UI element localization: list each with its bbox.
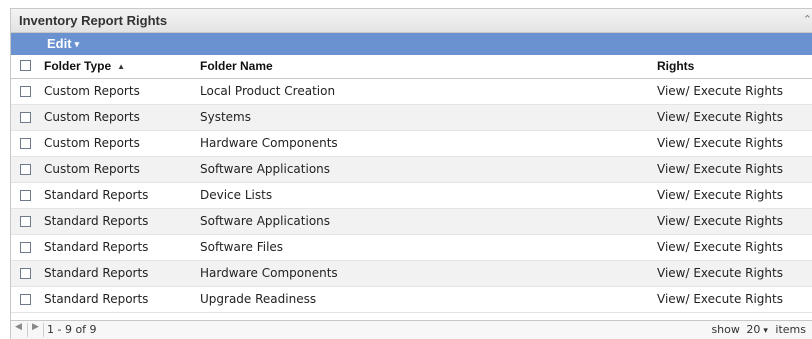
row-checkbox[interactable] [20, 294, 31, 305]
rights-cell: View/ Execute Rights [657, 110, 783, 124]
table-row[interactable]: Custom Reports Systems View/ Execute Right… [11, 105, 812, 131]
folder-type-cell: Custom Reports [44, 110, 140, 124]
row-checkbox[interactable] [20, 112, 31, 123]
folder-type-cell: Standard Reports [44, 214, 149, 228]
collapse-icon[interactable]: ⌃ [803, 13, 812, 26]
show-label: show [711, 323, 740, 336]
folder-type-cell: Custom Reports [44, 162, 140, 176]
folder-name-cell: Software Files [200, 240, 284, 254]
folder-name-cell: Hardware Components [200, 266, 338, 280]
folder-type-cell: Standard Reports [44, 188, 149, 202]
folder-type-cell: Standard Reports [44, 266, 149, 280]
rights-cell: View/ Execute Rights [657, 240, 783, 254]
folder-name-cell: Device Lists [200, 188, 273, 202]
folder-name-cell: Local Product Creation [200, 84, 336, 98]
footer-divider [43, 323, 44, 337]
items-label: items [775, 323, 806, 336]
table-row[interactable]: Custom Reports Hardware Components View/ E… [11, 131, 812, 157]
chevron-down-icon: ▾ [74, 39, 80, 49]
row-checkbox[interactable] [20, 138, 31, 149]
rights-cell: View/ Execute Rights [657, 214, 783, 228]
folder-name-cell: Software Applications [200, 214, 331, 228]
next-page-icon[interactable]: ▶ [32, 322, 39, 332]
rights-cell: View/ Execute Rights [657, 84, 783, 98]
table-row[interactable]: Standard Reports Upgrade Readiness View/ E… [11, 287, 812, 313]
previous-page-icon[interactable]: ◀ [15, 322, 22, 332]
sort-ascending-icon[interactable]: ▲ [117, 62, 125, 71]
select-all-checkbox[interactable] [20, 60, 31, 71]
folder-name-cell: Upgrade Readiness [200, 292, 317, 306]
table-row[interactable]: Standard Reports Hardware Components View/… [11, 261, 812, 287]
footer-divider [27, 323, 28, 337]
inventory-report-rights-panel: Inventory Report Rights ⌃ Edit ▾ Folder T… [10, 8, 812, 339]
table-row[interactable]: Standard Reports Software Applications Vie… [11, 209, 812, 235]
table-header-row: Folder Type ▲ Folder Name Rights [11, 55, 812, 79]
folder-type-cell: Custom Reports [44, 136, 140, 150]
row-checkbox[interactable] [20, 268, 31, 279]
row-checkbox[interactable] [20, 216, 31, 227]
folder-type-header[interactable]: Folder Type ▲ [44, 59, 125, 73]
folder-type-cell: Standard Reports [44, 240, 149, 254]
table-row[interactable]: Standard Reports Device Lists View/ Execut… [11, 183, 812, 209]
table-row[interactable]: Custom Reports Local Product Creation View… [11, 79, 812, 105]
rights-cell: View/ Execute Rights [657, 162, 783, 176]
page-size-control: show 20 ▾ items [711, 323, 806, 336]
folder-type-header-label: Folder Type [44, 59, 112, 73]
table-row[interactable]: Custom Reports Software Applications View/… [11, 157, 812, 183]
folder-name-cell: Hardware Components [200, 136, 338, 150]
row-checkbox[interactable] [20, 86, 31, 97]
panel-title: Inventory Report Rights [19, 13, 168, 28]
page-range-text: 1 - 9 of 9 [47, 323, 97, 336]
folder-name-header[interactable]: Folder Name [200, 59, 273, 73]
table-footer: ◀ ▶ 1 - 9 of 9 show 20 ▾ items [11, 320, 812, 339]
row-checkbox[interactable] [20, 190, 31, 201]
panel-titlebar: Inventory Report Rights ⌃ [11, 9, 812, 33]
folder-name-cell: Systems [200, 110, 251, 124]
chevron-down-icon[interactable]: ▾ [763, 326, 768, 336]
row-checkbox[interactable] [20, 242, 31, 253]
edit-label: Edit [47, 36, 72, 51]
edit-menu-button[interactable]: Edit ▾ [47, 36, 79, 51]
rights-cell: View/ Execute Rights [657, 292, 783, 306]
row-checkbox[interactable] [20, 164, 31, 175]
rights-cell: View/ Execute Rights [657, 188, 783, 202]
rights-header[interactable]: Rights [657, 59, 694, 73]
page-size-select[interactable]: 20 [746, 323, 760, 336]
table-toolbar: Edit ▾ [11, 33, 812, 55]
table-row[interactable]: Standard Reports Software Files View/ Exec… [11, 235, 812, 261]
table-body: Custom Reports Local Product Creation View… [11, 79, 812, 313]
rights-cell: View/ Execute Rights [657, 136, 783, 150]
folder-type-cell: Standard Reports [44, 292, 149, 306]
folder-name-cell: Software Applications [200, 162, 331, 176]
folder-type-cell: Custom Reports [44, 84, 140, 98]
rights-cell: View/ Execute Rights [657, 266, 783, 280]
